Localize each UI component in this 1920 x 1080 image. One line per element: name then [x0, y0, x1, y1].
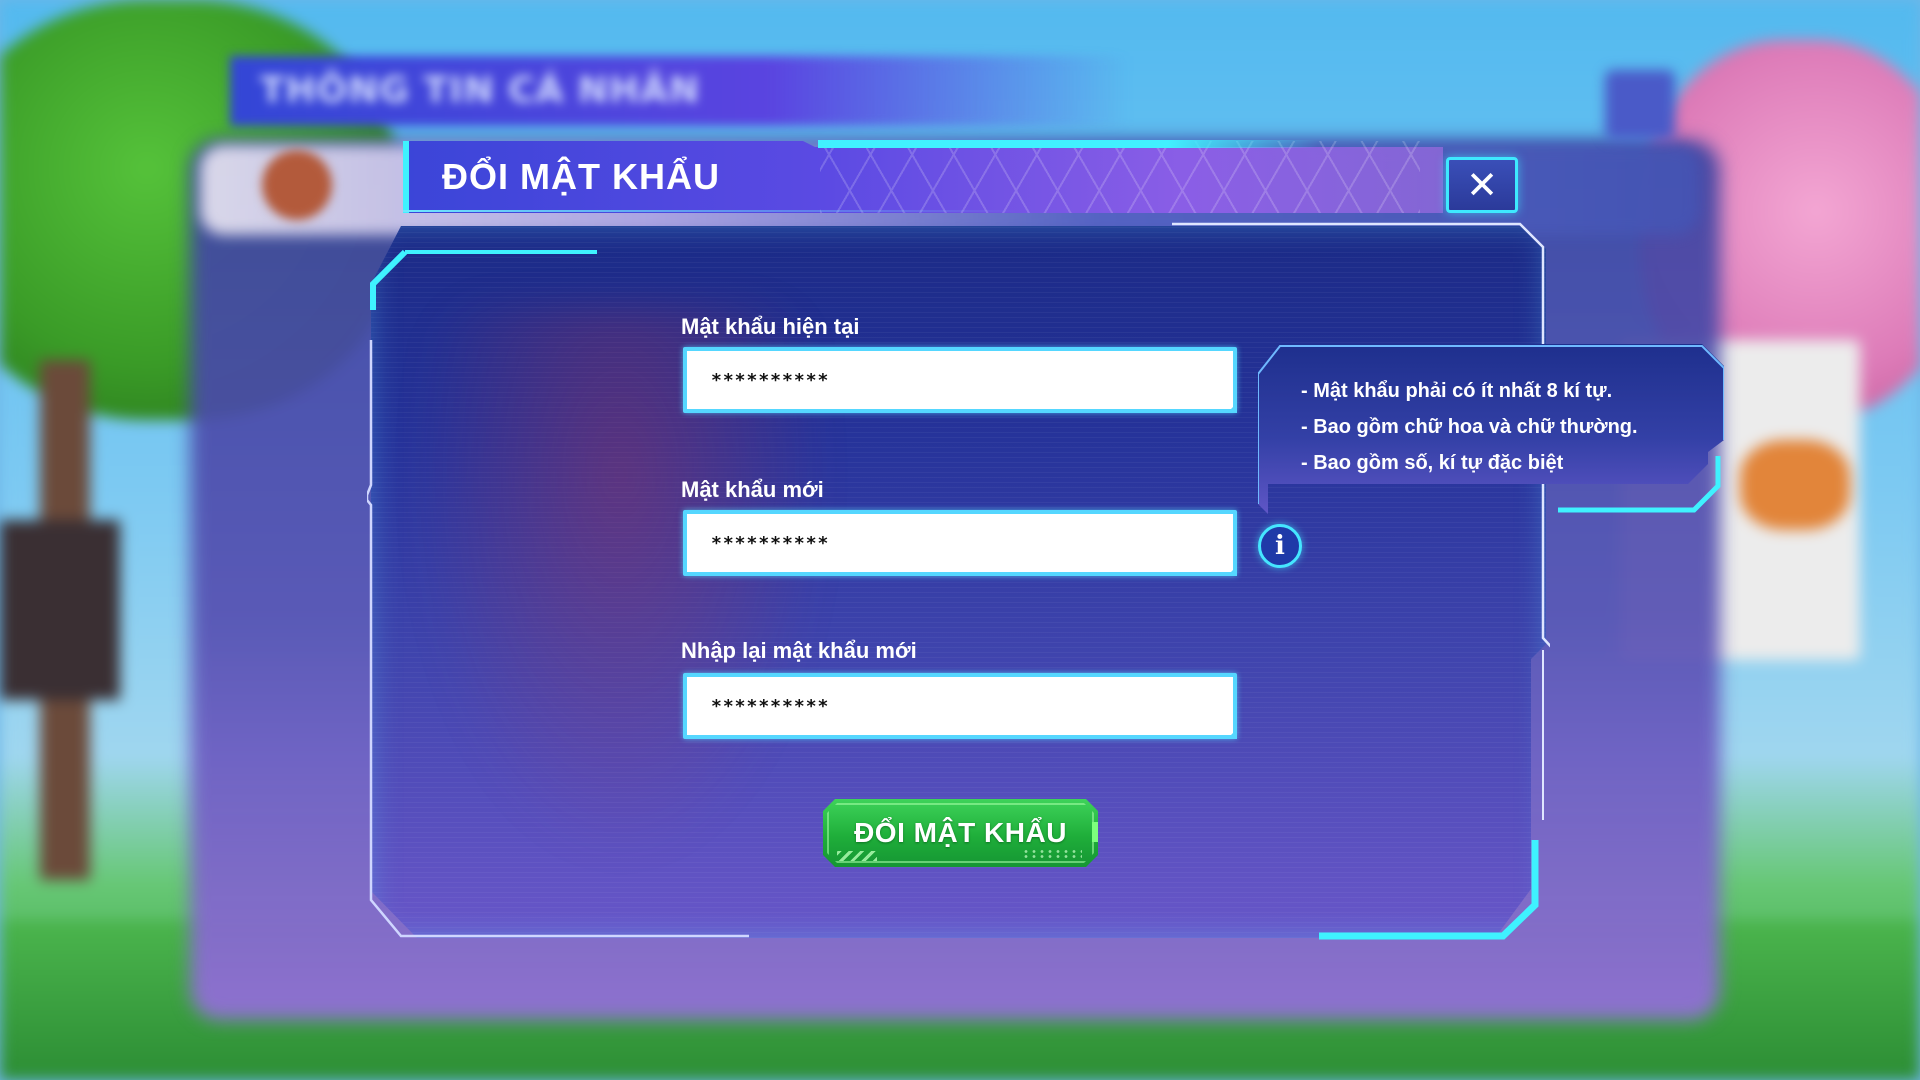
- confirm-password-field: [683, 673, 1237, 739]
- new-password-input[interactable]: [687, 514, 1233, 572]
- requirement-case: - Bao gồm chữ hoa và chữ thường.: [1301, 416, 1638, 438]
- header-pattern: [820, 141, 1420, 213]
- submit-side-tab-right: [1092, 822, 1098, 842]
- confirm-password-label: Nhập lại mật khẩu mới: [681, 638, 917, 663]
- dialog-title: ĐỔI MẬT KHẨU: [442, 156, 720, 197]
- background-window-title: THÔNG TIN CÁ NHÂN: [230, 56, 1130, 126]
- header-underline: [403, 210, 1023, 212]
- change-password-button-label: ĐỔI MẬT KHẨU: [854, 817, 1067, 848]
- info-icon[interactable]: i: [1258, 524, 1302, 568]
- requirement-special: - Bao gồm số, kí tự đặc biệt: [1301, 452, 1564, 474]
- submit-stripe-decor: [837, 851, 877, 861]
- background-close-button: [1605, 70, 1675, 140]
- info-icon-glyph: i: [1275, 531, 1285, 561]
- header-accent-strip: [818, 140, 1318, 148]
- current-password-field: [683, 347, 1237, 413]
- background-avatar: [262, 150, 332, 220]
- stall-left: [0, 520, 120, 700]
- current-password-input[interactable]: [687, 351, 1233, 409]
- new-password-label: Mật khẩu mới: [681, 477, 824, 502]
- close-button[interactable]: ✕: [1446, 157, 1518, 213]
- orange-object: [1740, 440, 1850, 530]
- close-icon: ✕: [1466, 163, 1498, 207]
- new-password-field: [683, 510, 1237, 576]
- requirement-length: - Mật khẩu phải có ít nhất 8 kí tự.: [1301, 380, 1613, 402]
- current-password-label: Mật khẩu hiện tại: [681, 314, 860, 339]
- change-password-button[interactable]: ĐỔI MẬT KHẨU: [823, 799, 1098, 867]
- background-window-title-text: THÔNG TIN CÁ NHÂN: [260, 70, 701, 111]
- submit-dot-decor: [1022, 849, 1082, 859]
- confirm-password-input[interactable]: [687, 677, 1233, 735]
